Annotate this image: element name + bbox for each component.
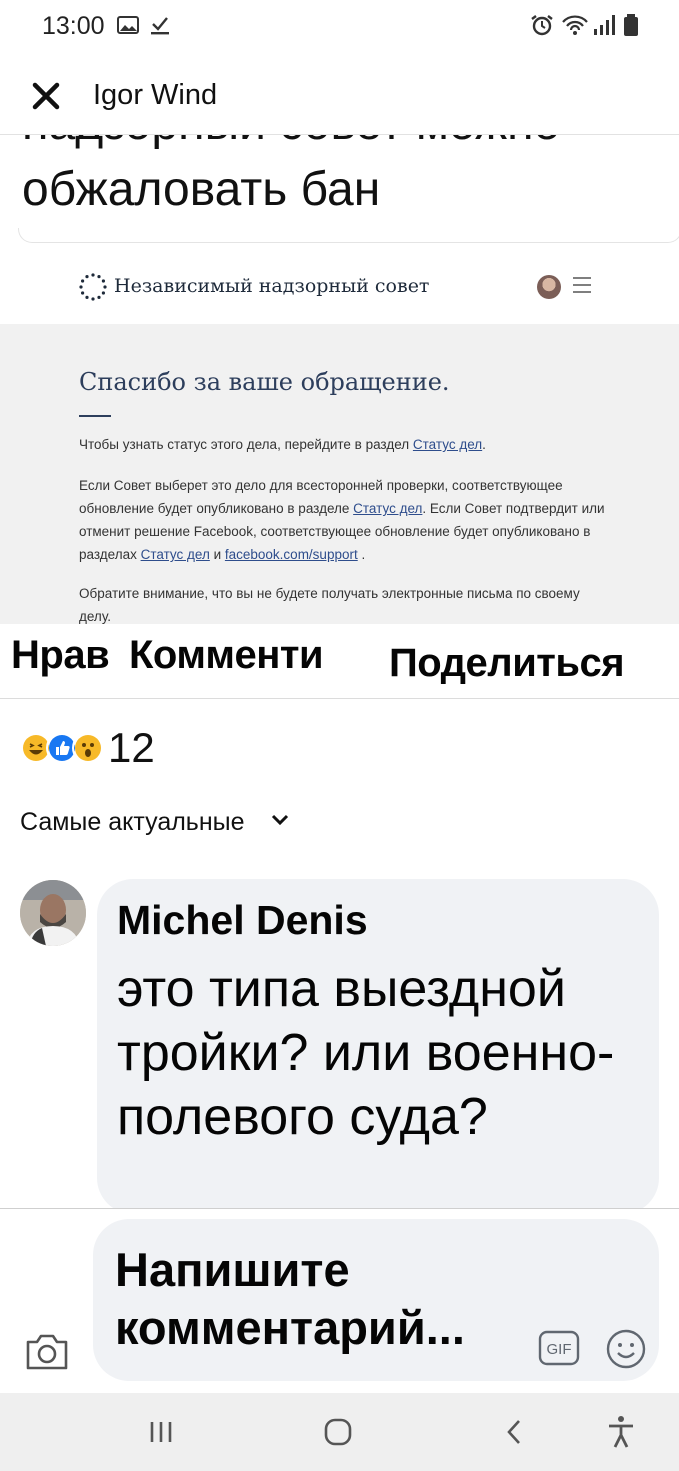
recent-apps-icon[interactable] bbox=[143, 1414, 179, 1450]
comment-sort-label[interactable]: Самые актуальные bbox=[20, 808, 245, 837]
post-text-line-2: обжаловать бан bbox=[22, 163, 381, 216]
comment-author[interactable]: Michel Denis bbox=[117, 897, 368, 944]
comment-text: это типа выездной тройки? или военно-пол… bbox=[117, 960, 615, 1146]
download-check-icon bbox=[151, 17, 169, 35]
chevron-down-icon[interactable] bbox=[270, 812, 290, 828]
embed-paragraph-2: Если Совет выберет это дело для всесторо… bbox=[79, 478, 605, 562]
reaction-count[interactable]: 12 bbox=[108, 724, 155, 772]
accessibility-icon[interactable] bbox=[603, 1414, 639, 1450]
comment-input-placeholder: Напишите комментарий... bbox=[115, 1243, 465, 1354]
battery-icon bbox=[624, 14, 638, 36]
post-text: надзорный совет можно обжаловать бан bbox=[0, 134, 679, 230]
divider bbox=[0, 134, 679, 135]
comment-button[interactable]: Комменти bbox=[129, 633, 335, 678]
avatar-photo bbox=[20, 880, 86, 946]
svg-text:GIF: GIF bbox=[547, 1341, 572, 1358]
embed-paragraph-3: Обратите внимание, что вы не будете полу… bbox=[79, 586, 580, 624]
link-preview-edge bbox=[18, 228, 679, 243]
status-link: Статус дел bbox=[412, 437, 483, 452]
system-navigation-bar bbox=[0, 1393, 679, 1471]
close-icon[interactable] bbox=[26, 76, 66, 116]
status-link: Статус дел bbox=[353, 501, 423, 516]
gallery-icon bbox=[117, 16, 139, 34]
status-time: 13:00 bbox=[42, 12, 105, 40]
hamburger-menu-icon bbox=[573, 277, 591, 293]
embed-rule bbox=[79, 415, 111, 417]
signal-icon bbox=[594, 15, 615, 35]
share-button[interactable]: Поделиться bbox=[389, 641, 625, 686]
like-button[interactable]: Нрав bbox=[11, 633, 110, 678]
support-link: facebook.com/support bbox=[224, 547, 358, 562]
embed-avatar bbox=[537, 275, 561, 299]
oversight-board-logo-icon bbox=[79, 273, 107, 301]
camera-icon[interactable] bbox=[24, 1330, 70, 1372]
embed-site-header: Независимый надзорный совет bbox=[0, 250, 679, 324]
emoji-icon[interactable] bbox=[605, 1328, 647, 1370]
gif-icon[interactable]: GIF bbox=[538, 1330, 580, 1366]
status-bar: 13:00 bbox=[0, 0, 679, 52]
embed-paragraph-1: Чтобы узнать статус этого дела, перейдит… bbox=[79, 437, 486, 452]
embed-heading: Спасибо за ваше обращение. bbox=[79, 368, 450, 396]
comment-bubble[interactable]: Michel Denis это типа выездной тройки? и… bbox=[97, 879, 659, 1214]
alarm-icon bbox=[531, 15, 553, 36]
wow-icon bbox=[72, 732, 104, 764]
home-icon[interactable] bbox=[320, 1414, 356, 1450]
wifi-icon bbox=[562, 15, 588, 35]
post-action-bar: Нрав Комменти Поделиться bbox=[0, 625, 679, 699]
commenter-avatar[interactable] bbox=[20, 880, 86, 946]
embedded-image[interactable]: Независимый надзорный совет Спасибо за в… bbox=[0, 250, 679, 624]
status-link: Статус дел bbox=[140, 547, 210, 562]
back-icon[interactable] bbox=[497, 1414, 533, 1450]
post-author-name[interactable]: Igor Wind bbox=[93, 79, 217, 112]
embed-site-title: Независимый надзорный совет bbox=[114, 275, 430, 297]
post-text-line-1: надзорный совет можно bbox=[22, 134, 560, 151]
